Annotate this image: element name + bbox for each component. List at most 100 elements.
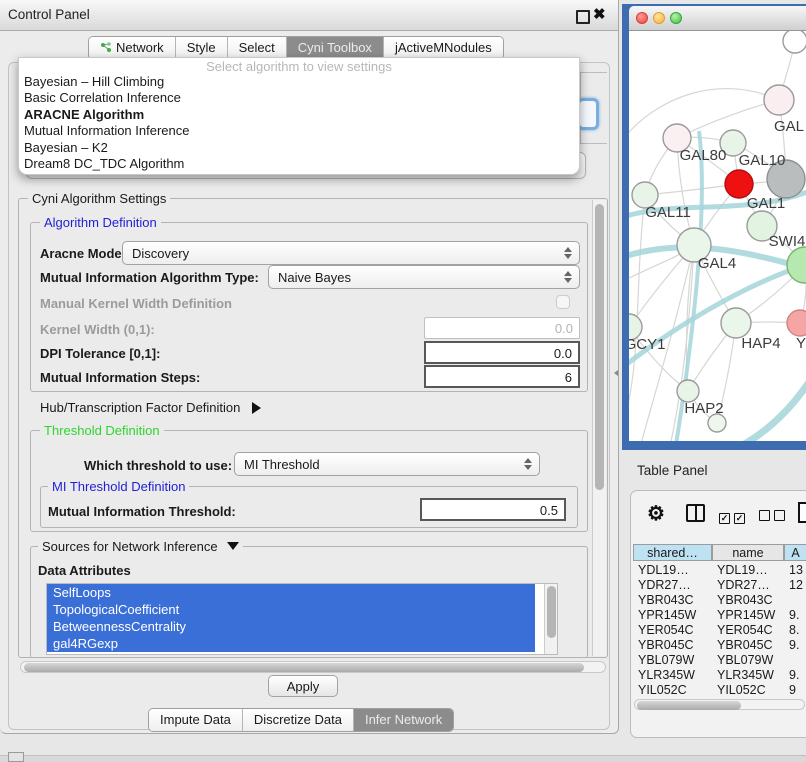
- algorithm-option[interactable]: Basic Correlation Inference: [19, 90, 579, 106]
- tab-network[interactable]: Network: [89, 37, 176, 59]
- table-cell[interactable]: YIL052C: [638, 683, 712, 698]
- attribute-item[interactable]: TopologicalCoefficient: [47, 601, 535, 618]
- mi-steps-field[interactable]: 6: [424, 365, 580, 388]
- table-cell[interactable]: YLR345W: [717, 668, 784, 683]
- tab-select[interactable]: Select: [228, 37, 287, 59]
- network-node-label: HAP2: [684, 400, 723, 417]
- combo-arrows-icon: [564, 270, 572, 284]
- checked-columns-icon[interactable]: ✓✓: [719, 509, 745, 524]
- hub-definition-disclosure[interactable]: Hub/Transcription Factor Definition: [40, 400, 261, 415]
- attributes-scrollbar-thumb[interactable]: [547, 586, 556, 638]
- algorithm-option[interactable]: Bayesian – K2: [19, 140, 579, 156]
- tab-infer-network[interactable]: Infer Network: [354, 709, 453, 731]
- network-node[interactable]: [677, 380, 699, 402]
- dpi-tolerance-field[interactable]: 0.0: [424, 341, 580, 364]
- table-cell[interactable]: YBR043C: [638, 593, 712, 608]
- attributes-scrollbar[interactable]: [544, 584, 557, 654]
- mi-algorithm-type-combo[interactable]: Naive Bayes: [268, 265, 580, 289]
- minimize-traffic-light-icon[interactable]: [653, 12, 665, 24]
- columns-icon[interactable]: [686, 504, 705, 522]
- network-node[interactable]: [787, 247, 806, 283]
- which-threshold-label: Which threshold to use:: [84, 458, 232, 473]
- settings-scrollbar-thumb[interactable]: [595, 204, 604, 490]
- network-node[interactable]: [725, 170, 753, 198]
- aracne-mode-combo[interactable]: Discovery: [122, 241, 580, 265]
- manual-kernel-width-checkbox[interactable]: [556, 295, 570, 309]
- table-cell[interactable]: YIL052C: [717, 683, 784, 698]
- float-window-icon[interactable]: [576, 10, 590, 24]
- algorithm-option[interactable]: Mutual Information Inference: [19, 123, 579, 139]
- network-window-titlebar[interactable]: [629, 6, 806, 31]
- algorithm-option[interactable]: Bayesian – Hill Climbing: [19, 74, 579, 90]
- close-icon[interactable]: ✖: [593, 5, 606, 23]
- export-table-icon[interactable]: [798, 502, 806, 523]
- settings-hscrollbar-thumb[interactable]: [24, 663, 584, 672]
- table-column-header[interactable]: A: [784, 544, 806, 561]
- table-cell[interactable]: YBR045C: [638, 638, 712, 653]
- table-cell[interactable]: YBR043C: [717, 593, 784, 608]
- attribute-item[interactable]: gal4RGexp: [47, 635, 535, 652]
- network-node[interactable]: [764, 85, 794, 115]
- manual-kernel-width-label: Manual Kernel Width Definition: [40, 296, 232, 311]
- table-cell[interactable]: YDL19…: [638, 563, 712, 578]
- sources-disclosure[interactable]: Sources for Network Inference: [38, 539, 243, 554]
- tab-impute-data[interactable]: Impute Data: [149, 709, 243, 731]
- table-cell[interactable]: 12: [789, 578, 806, 593]
- table-panel-title: Table Panel: [637, 463, 708, 478]
- settings-horizontal-scrollbar[interactable]: [20, 661, 606, 673]
- table-cell[interactable]: YBL079W: [717, 653, 784, 668]
- table-cell[interactable]: 8.: [789, 623, 806, 638]
- table-cell[interactable]: YDR27…: [717, 578, 784, 593]
- collapsed-panel-icon[interactable]: [8, 752, 24, 762]
- apply-button[interactable]: Apply: [268, 675, 338, 697]
- table-column-header[interactable]: shared…: [633, 544, 712, 561]
- mi-steps-label: Mutual Information Steps:: [40, 370, 200, 385]
- bottom-tabbar: Impute DataDiscretize DataInfer Network: [148, 708, 454, 732]
- data-attributes-label: Data Attributes: [38, 563, 131, 578]
- table-cell[interactable]: 9.: [789, 638, 806, 653]
- attribute-item[interactable]: SelfLoops: [47, 584, 535, 601]
- network-node[interactable]: [787, 310, 806, 336]
- algorithm-option[interactable]: Dream8 DC_TDC Algorithm: [19, 156, 579, 172]
- table-cell[interactable]: YPR145W: [638, 608, 712, 623]
- zoom-traffic-light-icon[interactable]: [670, 12, 682, 24]
- table-cell[interactable]: 9.: [789, 668, 806, 683]
- table-cell[interactable]: [789, 653, 806, 668]
- close-traffic-light-icon[interactable]: [636, 12, 648, 24]
- table-column-header[interactable]: name: [712, 544, 784, 561]
- tab-discretize-data[interactable]: Discretize Data: [243, 709, 354, 731]
- network-node-label: Y: [796, 335, 806, 352]
- table-cell[interactable]: 9: [789, 683, 806, 698]
- gear-icon[interactable]: ⚙: [647, 501, 665, 526]
- table-cell[interactable]: YPR145W: [717, 608, 784, 623]
- attribute-item[interactable]: BetweennessCentrality: [47, 618, 535, 635]
- network-node[interactable]: [783, 31, 806, 53]
- table-cell[interactable]: 9.: [789, 608, 806, 623]
- algorithm-option[interactable]: ARACNE Algorithm: [19, 107, 579, 123]
- table-cell[interactable]: YBL079W: [638, 653, 712, 668]
- background-combo-focus-fragment: [577, 98, 599, 130]
- settings-vertical-scrollbar[interactable]: [592, 200, 606, 656]
- table-cell[interactable]: YDL19…: [717, 563, 784, 578]
- table-cell[interactable]: YLR345W: [638, 668, 712, 683]
- control-panel-titlebar[interactable]: Control Panel ✖: [0, 0, 618, 31]
- table-horizontal-scrollbar[interactable]: [634, 699, 805, 710]
- tab-style[interactable]: Style: [176, 37, 228, 59]
- table-hscrollbar-thumb[interactable]: [637, 701, 741, 710]
- unchecked-columns-icon[interactable]: [759, 509, 785, 524]
- mi-threshold-field[interactable]: 0.5: [420, 498, 566, 521]
- table-cell[interactable]: YER054C: [638, 623, 712, 638]
- table-cell[interactable]: YDR27…: [638, 578, 712, 593]
- sources-label: Sources for Network Inference: [42, 539, 218, 554]
- table-cell[interactable]: YBR045C: [717, 638, 784, 653]
- tab-jactivemnodules[interactable]: jActiveMNodules: [384, 37, 503, 59]
- which-threshold-combo[interactable]: MI Threshold: [234, 452, 540, 476]
- kernel-width-field[interactable]: 0.0: [424, 317, 580, 339]
- split-pane-handle[interactable]: [614, 368, 619, 377]
- network-node[interactable]: [721, 308, 751, 338]
- tab-cyni-toolbox[interactable]: Cyni Toolbox: [287, 37, 384, 59]
- table-cell[interactable]: YER054C: [717, 623, 784, 638]
- table-cell[interactable]: [789, 593, 806, 608]
- network-canvas[interactable]: GALGAL80GAL10GAL1GAL11SWI4GAL4GCY1HAP4YH…: [629, 31, 806, 441]
- table-cell[interactable]: 13: [789, 563, 806, 578]
